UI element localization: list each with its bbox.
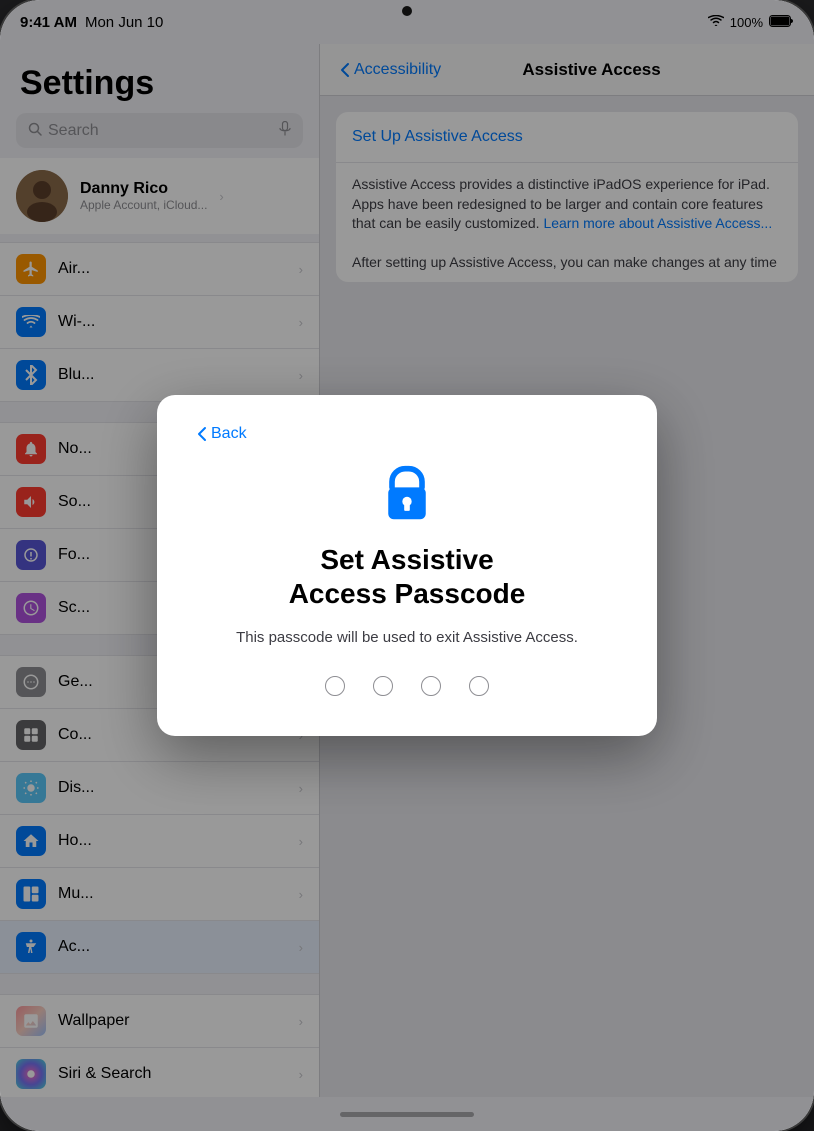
lock-icon-container: [197, 463, 617, 523]
passcode-dot-1: [325, 676, 345, 696]
passcode-dot-2: [373, 676, 393, 696]
passcode-dots: [197, 676, 617, 696]
passcode-dot-4: [469, 676, 489, 696]
ipad-screen: 9:41 AM Mon Jun 10 100%: [0, 0, 814, 1131]
passcode-modal: Back: [157, 395, 657, 735]
passcode-dot-3: [421, 676, 441, 696]
modal-title: Set Assistive Access Passcode: [197, 543, 617, 610]
ipad-frame: 9:41 AM Mon Jun 10 100%: [0, 0, 814, 1131]
modal-back-button[interactable]: Back: [197, 425, 617, 443]
modal-subtitle: This passcode will be used to exit Assis…: [197, 627, 617, 648]
modal-back-label: Back: [211, 425, 247, 443]
modal-overlay: Back: [0, 0, 814, 1131]
